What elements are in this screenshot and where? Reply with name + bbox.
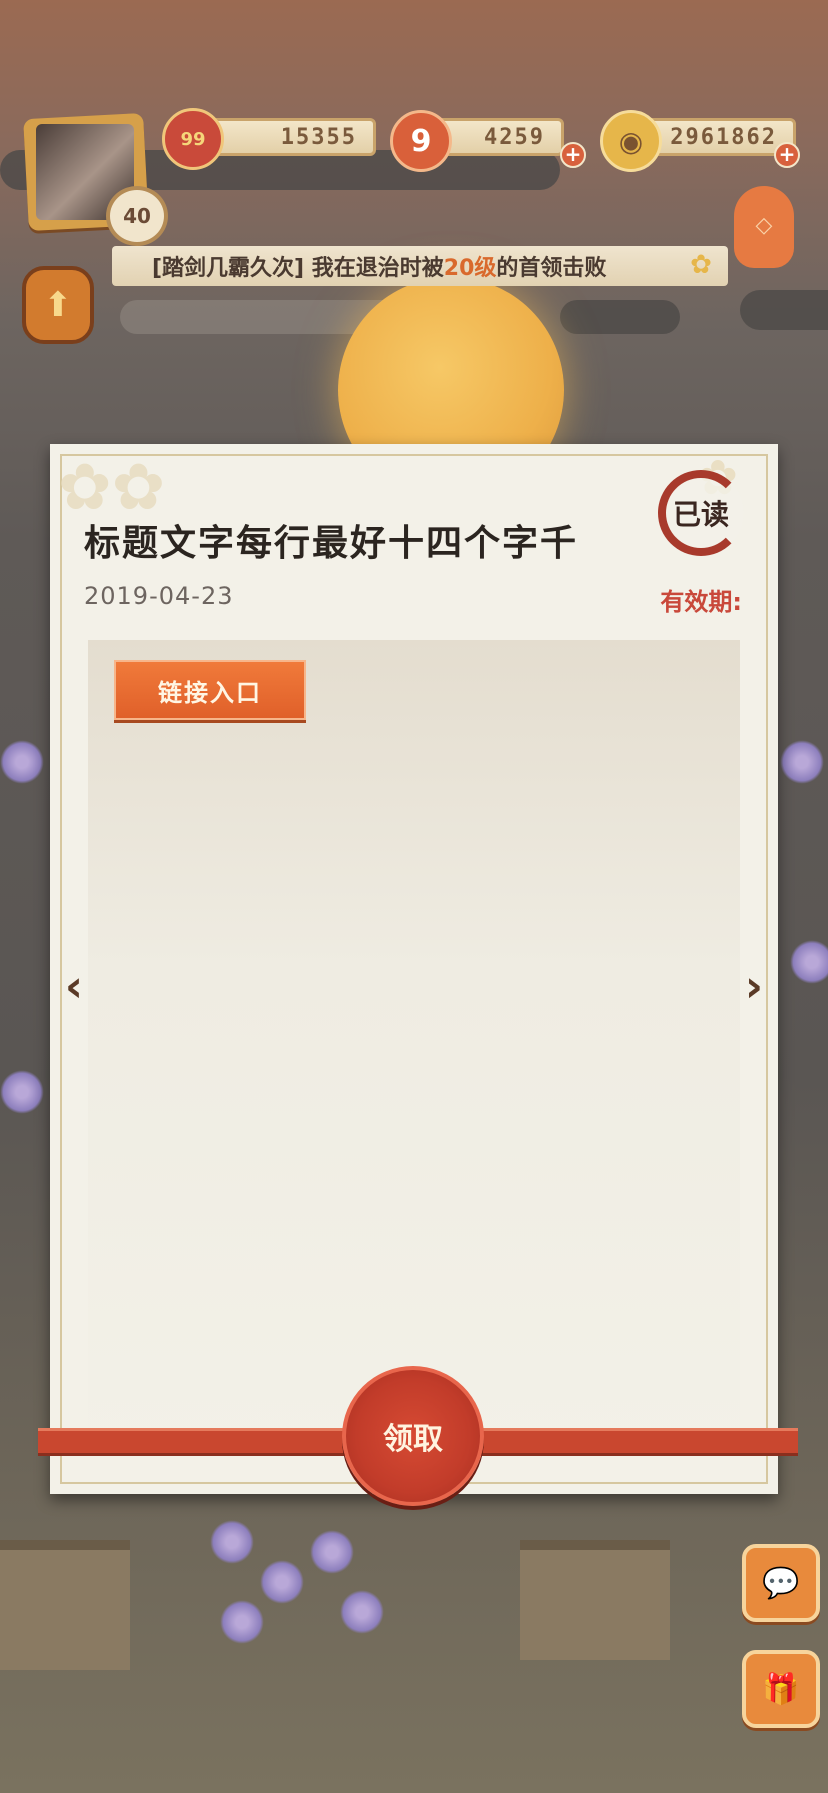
claim-label: 领取 [383, 1422, 443, 1457]
mail-detail-dialog: ✿✿ ✿ 标题文字每行最好十四个字千 已读 2019-04-23 有效期: 链接… [50, 444, 778, 1494]
ticker-text: [踏剑几霸久次] 我在退治时被 [152, 256, 444, 281]
flower-points-value: 15355 [280, 124, 357, 150]
add-coin-button[interactable]: + [774, 142, 800, 168]
add-token-button[interactable]: + [560, 142, 586, 168]
cloud-band [560, 300, 680, 334]
flower [780, 740, 824, 784]
token-value: 4259 [484, 124, 545, 150]
coin-icon: ◉ [600, 110, 662, 172]
flower [220, 1600, 264, 1644]
flower [0, 740, 44, 784]
nine-token-icon-label: 9 [410, 123, 432, 159]
coin-icon-label: ◉ [618, 124, 644, 158]
validity-label: 有效期: [660, 588, 742, 616]
chat-bubble-icon: 💬 [762, 1565, 800, 1601]
flower [790, 940, 828, 984]
ticker-text-end: 的首领击败 [496, 256, 607, 281]
nine-token-icon: 9 [390, 110, 452, 172]
koinobori-fish-icon[interactable]: ◇ [734, 186, 794, 268]
link-entry-button[interactable]: 链接入口 [114, 660, 306, 720]
flower-crest-icon-label: 99 [180, 128, 206, 150]
flower [260, 1560, 304, 1604]
cloud-band [740, 290, 828, 330]
next-mail-arrow-icon[interactable]: › [734, 960, 774, 1014]
player-avatar[interactable]: 40 [14, 110, 168, 246]
gift-bag-icon: 🎁 [762, 1671, 800, 1707]
house [520, 1540, 670, 1660]
announcement-ticker: [踏剑几霸久次] 我在退治时被 20级 的首领击败 [112, 246, 728, 286]
read-stamp-label: 已读 [672, 498, 729, 531]
mail-date: 2019-04-23 [84, 582, 234, 610]
gift-button[interactable]: 🎁 [742, 1650, 820, 1728]
sakura-icon: ✿ [690, 250, 712, 280]
read-stamp: 已读 [658, 470, 744, 556]
level-up-lantern-icon[interactable]: ⬆ [22, 266, 94, 344]
previous-mail-arrow-icon[interactable]: ‹ [54, 960, 94, 1014]
flower [0, 1070, 44, 1114]
flower [210, 1520, 254, 1564]
player-level-badge: 40 [106, 186, 168, 246]
mail-title: 标题文字每行最好十四个字千 [84, 523, 579, 564]
flower-crest-icon: 99 [162, 108, 224, 170]
link-entry-label: 链接入口 [158, 678, 262, 707]
claim-button[interactable]: 领取 [342, 1366, 484, 1506]
coin-value: 2961862 [670, 124, 777, 150]
flower [310, 1530, 354, 1574]
chat-button[interactable]: 💬 [742, 1544, 820, 1622]
ticker-highlight: 20级 [443, 256, 497, 281]
flower [340, 1590, 384, 1634]
house [0, 1540, 130, 1670]
mail-body [88, 640, 740, 1460]
